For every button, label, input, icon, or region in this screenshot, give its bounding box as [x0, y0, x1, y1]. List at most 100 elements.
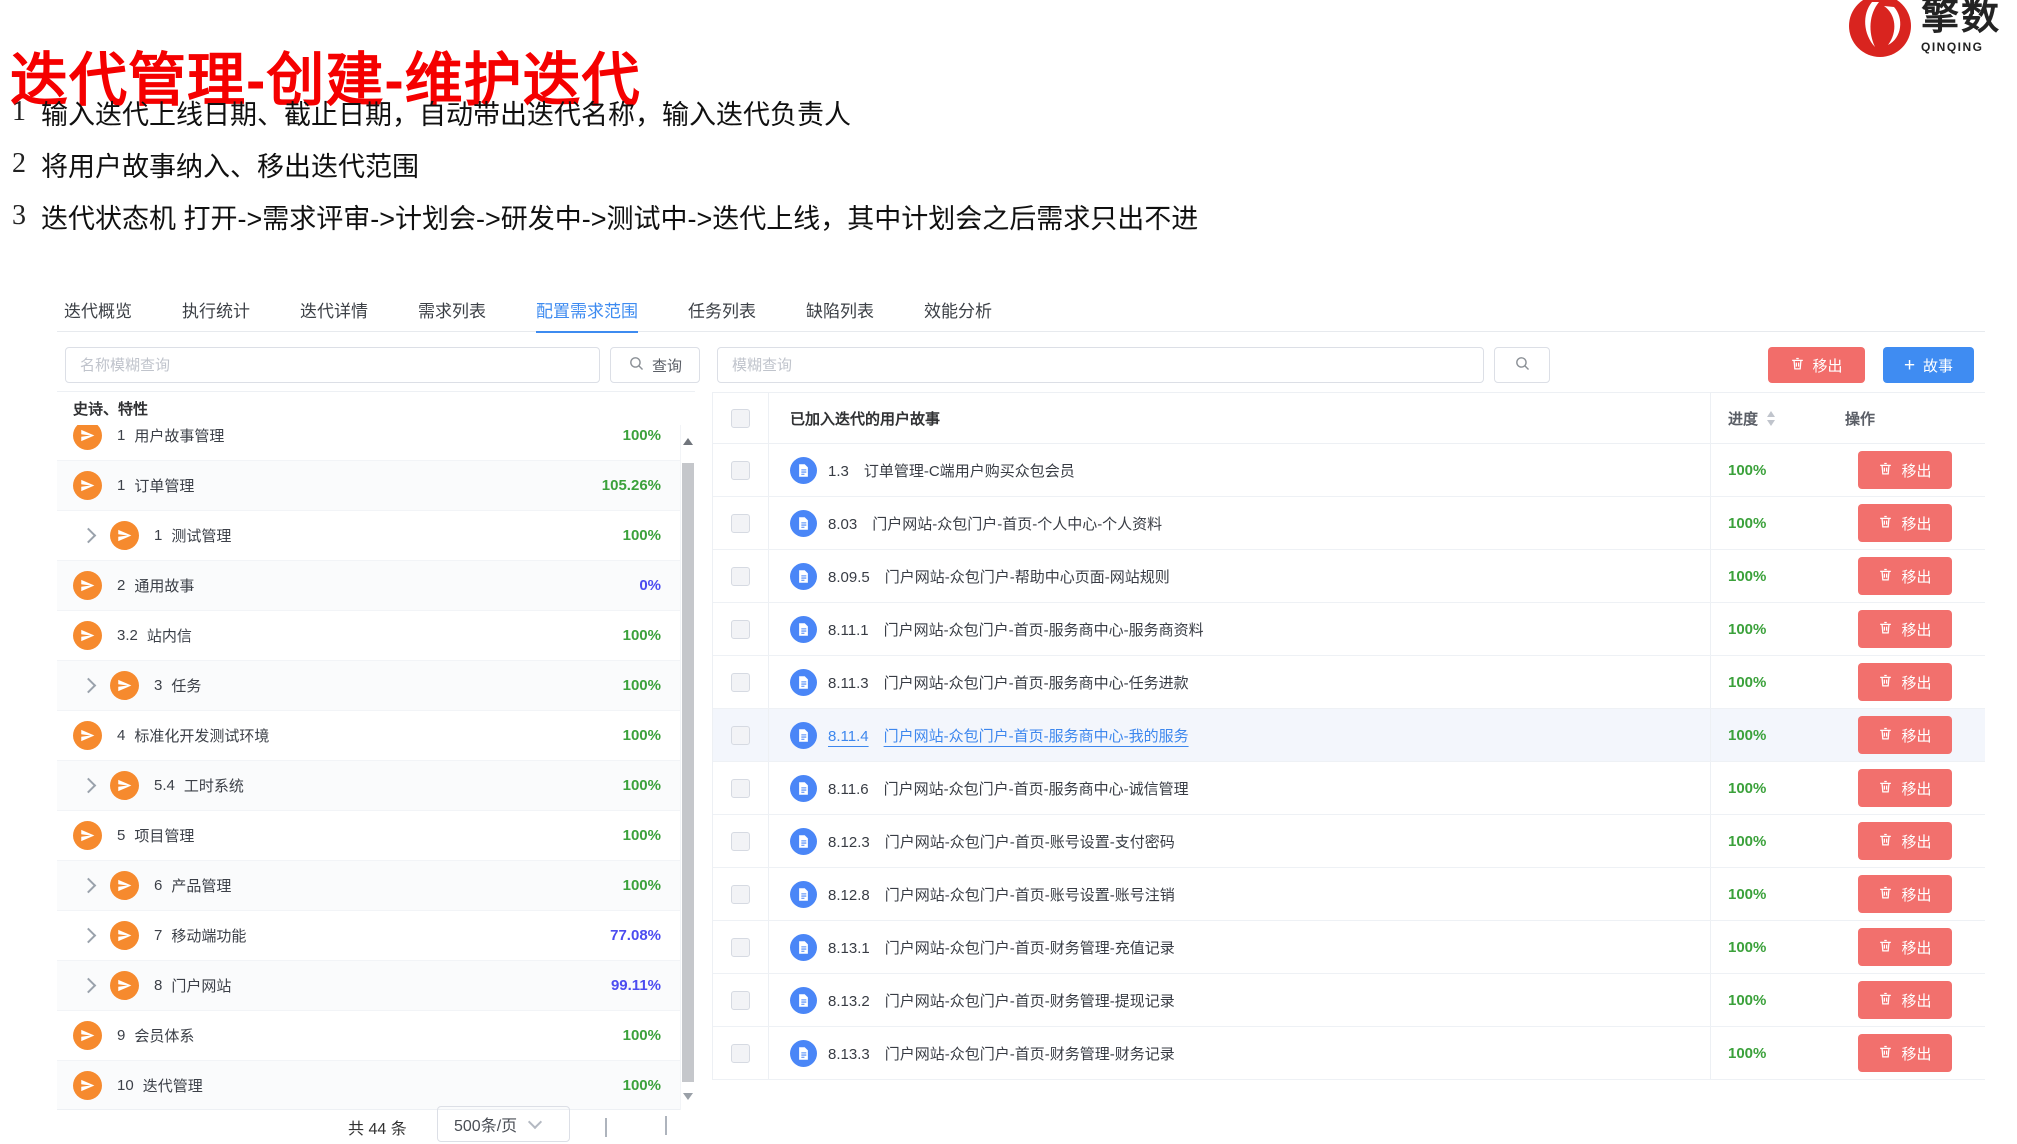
- query-button[interactable]: 查询: [610, 347, 700, 383]
- story-link[interactable]: 8.03门户网站-众包门户-首页-个人中心-个人资料: [828, 513, 1162, 534]
- epic-row[interactable]: 1用户故事管理100%: [57, 425, 695, 461]
- epic-row[interactable]: 5项目管理100%: [57, 811, 695, 861]
- story-row[interactable]: 8.11.4门户网站-众包门户-首页-服务商中心-我的服务100%移出: [713, 709, 1985, 762]
- story-row[interactable]: 8.12.8门户网站-众包门户-首页-账号设置-账号注销100%移出: [713, 868, 1985, 921]
- expand-caret-icon[interactable]: [81, 528, 97, 544]
- tab-item[interactable]: 迭代概览: [64, 294, 132, 331]
- note-number: 2: [12, 148, 26, 180]
- story-row[interactable]: 8.13.1门户网站-众包门户-首页-财务管理-充值记录100%移出: [713, 921, 1985, 974]
- epic-row[interactable]: 3.2站内信100%: [57, 611, 695, 661]
- story-link[interactable]: 8.11.1门户网站-众包门户-首页-服务商中心-服务商资料: [828, 619, 1204, 640]
- epic-row[interactable]: 8门户网站99.11%: [57, 961, 695, 1011]
- row-checkbox[interactable]: [731, 991, 750, 1010]
- row-checkbox[interactable]: [731, 1044, 750, 1063]
- remove-story-label: 移出: [1901, 778, 1931, 799]
- prev-page-button[interactable]: [605, 1118, 607, 1136]
- epic-row[interactable]: 10迭代管理100%: [57, 1061, 695, 1110]
- epic-row[interactable]: 7移动端功能77.08%: [57, 911, 695, 961]
- remove-selected-button[interactable]: 移出: [1768, 347, 1865, 383]
- epic-row[interactable]: 1测试管理100%: [57, 511, 695, 561]
- epic-label: 订单管理: [134, 475, 194, 496]
- story-link[interactable]: 8.13.2门户网站-众包门户-首页-财务管理-提现记录: [828, 990, 1175, 1011]
- story-row[interactable]: 8.11.3门户网站-众包门户-首页-服务商中心-任务进款100%移出: [713, 656, 1985, 709]
- fuzzy-search-button[interactable]: [1494, 347, 1550, 383]
- epic-row[interactable]: 5.4工时系统100%: [57, 761, 695, 811]
- tab-item[interactable]: 任务列表: [688, 294, 756, 331]
- row-checkbox[interactable]: [731, 567, 750, 586]
- page-size-select[interactable]: 500条/页: [437, 1106, 570, 1142]
- remove-story-button[interactable]: 移出: [1858, 716, 1952, 754]
- remove-story-button[interactable]: 移出: [1858, 1034, 1952, 1072]
- row-checkbox[interactable]: [731, 673, 750, 692]
- epic-row[interactable]: 3任务100%: [57, 661, 695, 711]
- row-checkbox[interactable]: [731, 885, 750, 904]
- expand-caret-icon[interactable]: [81, 878, 97, 894]
- epic-row[interactable]: 6产品管理100%: [57, 861, 695, 911]
- expand-caret-icon[interactable]: [81, 928, 97, 944]
- row-checkbox[interactable]: [731, 461, 750, 480]
- row-checkbox[interactable]: [731, 938, 750, 957]
- story-link[interactable]: 8.09.5门户网站-众包门户-帮助中心页面-网站规则: [828, 566, 1170, 587]
- story-row[interactable]: 8.12.3门户网站-众包门户-首页-账号设置-支付密码100%移出: [713, 815, 1985, 868]
- story-row[interactable]: 8.09.5门户网站-众包门户-帮助中心页面-网站规则100%移出: [713, 550, 1985, 603]
- story-link[interactable]: 8.12.3门户网站-众包门户-首页-账号设置-支付密码: [828, 831, 1175, 852]
- tab-item[interactable]: 效能分析: [924, 294, 992, 331]
- scroll-down-button[interactable]: [681, 1086, 695, 1106]
- sort-icon[interactable]: [1767, 411, 1775, 426]
- tab-item[interactable]: 迭代详情: [300, 294, 368, 331]
- story-row[interactable]: 8.13.2门户网站-众包门户-首页-财务管理-提现记录100%移出: [713, 974, 1985, 1027]
- story-action-cell: 移出: [1845, 610, 1985, 648]
- expand-caret-icon[interactable]: [81, 778, 97, 794]
- expand-caret-icon[interactable]: [81, 678, 97, 694]
- remove-story-button[interactable]: 移出: [1858, 769, 1952, 807]
- remove-story-button[interactable]: 移出: [1858, 663, 1952, 701]
- tab-item[interactable]: 需求列表: [418, 294, 486, 331]
- remove-story-button[interactable]: 移出: [1858, 451, 1952, 489]
- story-link[interactable]: 8.13.3门户网站-众包门户-首页-财务管理-财务记录: [828, 1043, 1175, 1064]
- scroll-up-button[interactable]: [681, 431, 695, 451]
- remove-story-button[interactable]: 移出: [1858, 822, 1952, 860]
- story-link[interactable]: 8.13.1门户网站-众包门户-首页-财务管理-充值记录: [828, 937, 1175, 958]
- story-link[interactable]: 8.11.3门户网站-众包门户-首页-服务商中心-任务进款: [828, 672, 1189, 693]
- epic-row[interactable]: 1订单管理105.26%: [57, 461, 695, 511]
- next-page-button[interactable]: [665, 1118, 667, 1136]
- story-title-cell: 8.12.3门户网站-众包门户-首页-账号设置-支付密码: [769, 828, 1710, 855]
- story-row[interactable]: 1.3订单管理-C端用户购买众包会员100%移出: [713, 444, 1985, 497]
- remove-story-button[interactable]: 移出: [1858, 875, 1952, 913]
- row-checkbox[interactable]: [731, 832, 750, 851]
- story-row[interactable]: 8.11.1门户网站-众包门户-首页-服务商中心-服务商资料 100% 移出: [713, 603, 1985, 656]
- row-checkbox[interactable]: [731, 620, 750, 639]
- note-number: 1: [12, 96, 26, 128]
- row-checkbox[interactable]: [731, 779, 750, 798]
- row-checkbox[interactable]: [731, 726, 750, 745]
- expand-caret-icon[interactable]: [81, 978, 97, 994]
- story-row[interactable]: 8.03门户网站-众包门户-首页-个人中心-个人资料100%移出: [713, 497, 1985, 550]
- row-checkbox[interactable]: [731, 514, 750, 533]
- epic-row[interactable]: 9会员体系100%: [57, 1011, 695, 1061]
- remove-story-button[interactable]: 移出: [1858, 557, 1952, 595]
- remove-story-button[interactable]: 移出: [1858, 981, 1952, 1019]
- select-all-checkbox[interactable]: [731, 409, 750, 428]
- note-text: 迭代状态机 打开->需求评审->计划会->研发中->测试中->迭代上线，其中计划…: [41, 197, 1198, 236]
- story-link[interactable]: 8.11.6门户网站-众包门户-首页-服务商中心-诚信管理: [828, 778, 1189, 799]
- name-search-input[interactable]: [65, 347, 600, 383]
- epic-code: 10: [117, 1077, 134, 1094]
- story-link[interactable]: 8.12.8门户网站-众包门户-首页-账号设置-账号注销: [828, 884, 1175, 905]
- add-story-button[interactable]: + 故事: [1883, 347, 1974, 383]
- tab-item[interactable]: 执行统计: [182, 294, 250, 331]
- remove-story-button[interactable]: 移出: [1858, 610, 1952, 648]
- scrollbar-thumb[interactable]: [682, 463, 694, 1082]
- fuzzy-search-input[interactable]: [717, 347, 1484, 383]
- remove-story-button[interactable]: 移出: [1858, 928, 1952, 966]
- story-row[interactable]: 8.13.3门户网站-众包门户-首页-财务管理-财务记录100%移出: [713, 1027, 1985, 1080]
- story-row[interactable]: 8.11.6门户网站-众包门户-首页-服务商中心-诚信管理100%移出: [713, 762, 1985, 815]
- epic-row[interactable]: 2通用故事0%: [57, 561, 695, 611]
- remove-story-button[interactable]: 移出: [1858, 504, 1952, 542]
- epic-row[interactable]: 4标准化开发测试环境100%: [57, 711, 695, 761]
- tab-item[interactable]: 缺陷列表: [806, 294, 874, 331]
- epic-progress: 100%: [623, 1027, 661, 1044]
- story-link[interactable]: 8.11.4门户网站-众包门户-首页-服务商中心-我的服务: [828, 725, 1189, 746]
- story-link[interactable]: 1.3订单管理-C端用户购买众包会员: [828, 460, 1075, 481]
- tab-active[interactable]: 配置需求范围: [536, 294, 638, 333]
- story-progress: 100%: [1728, 621, 1766, 638]
